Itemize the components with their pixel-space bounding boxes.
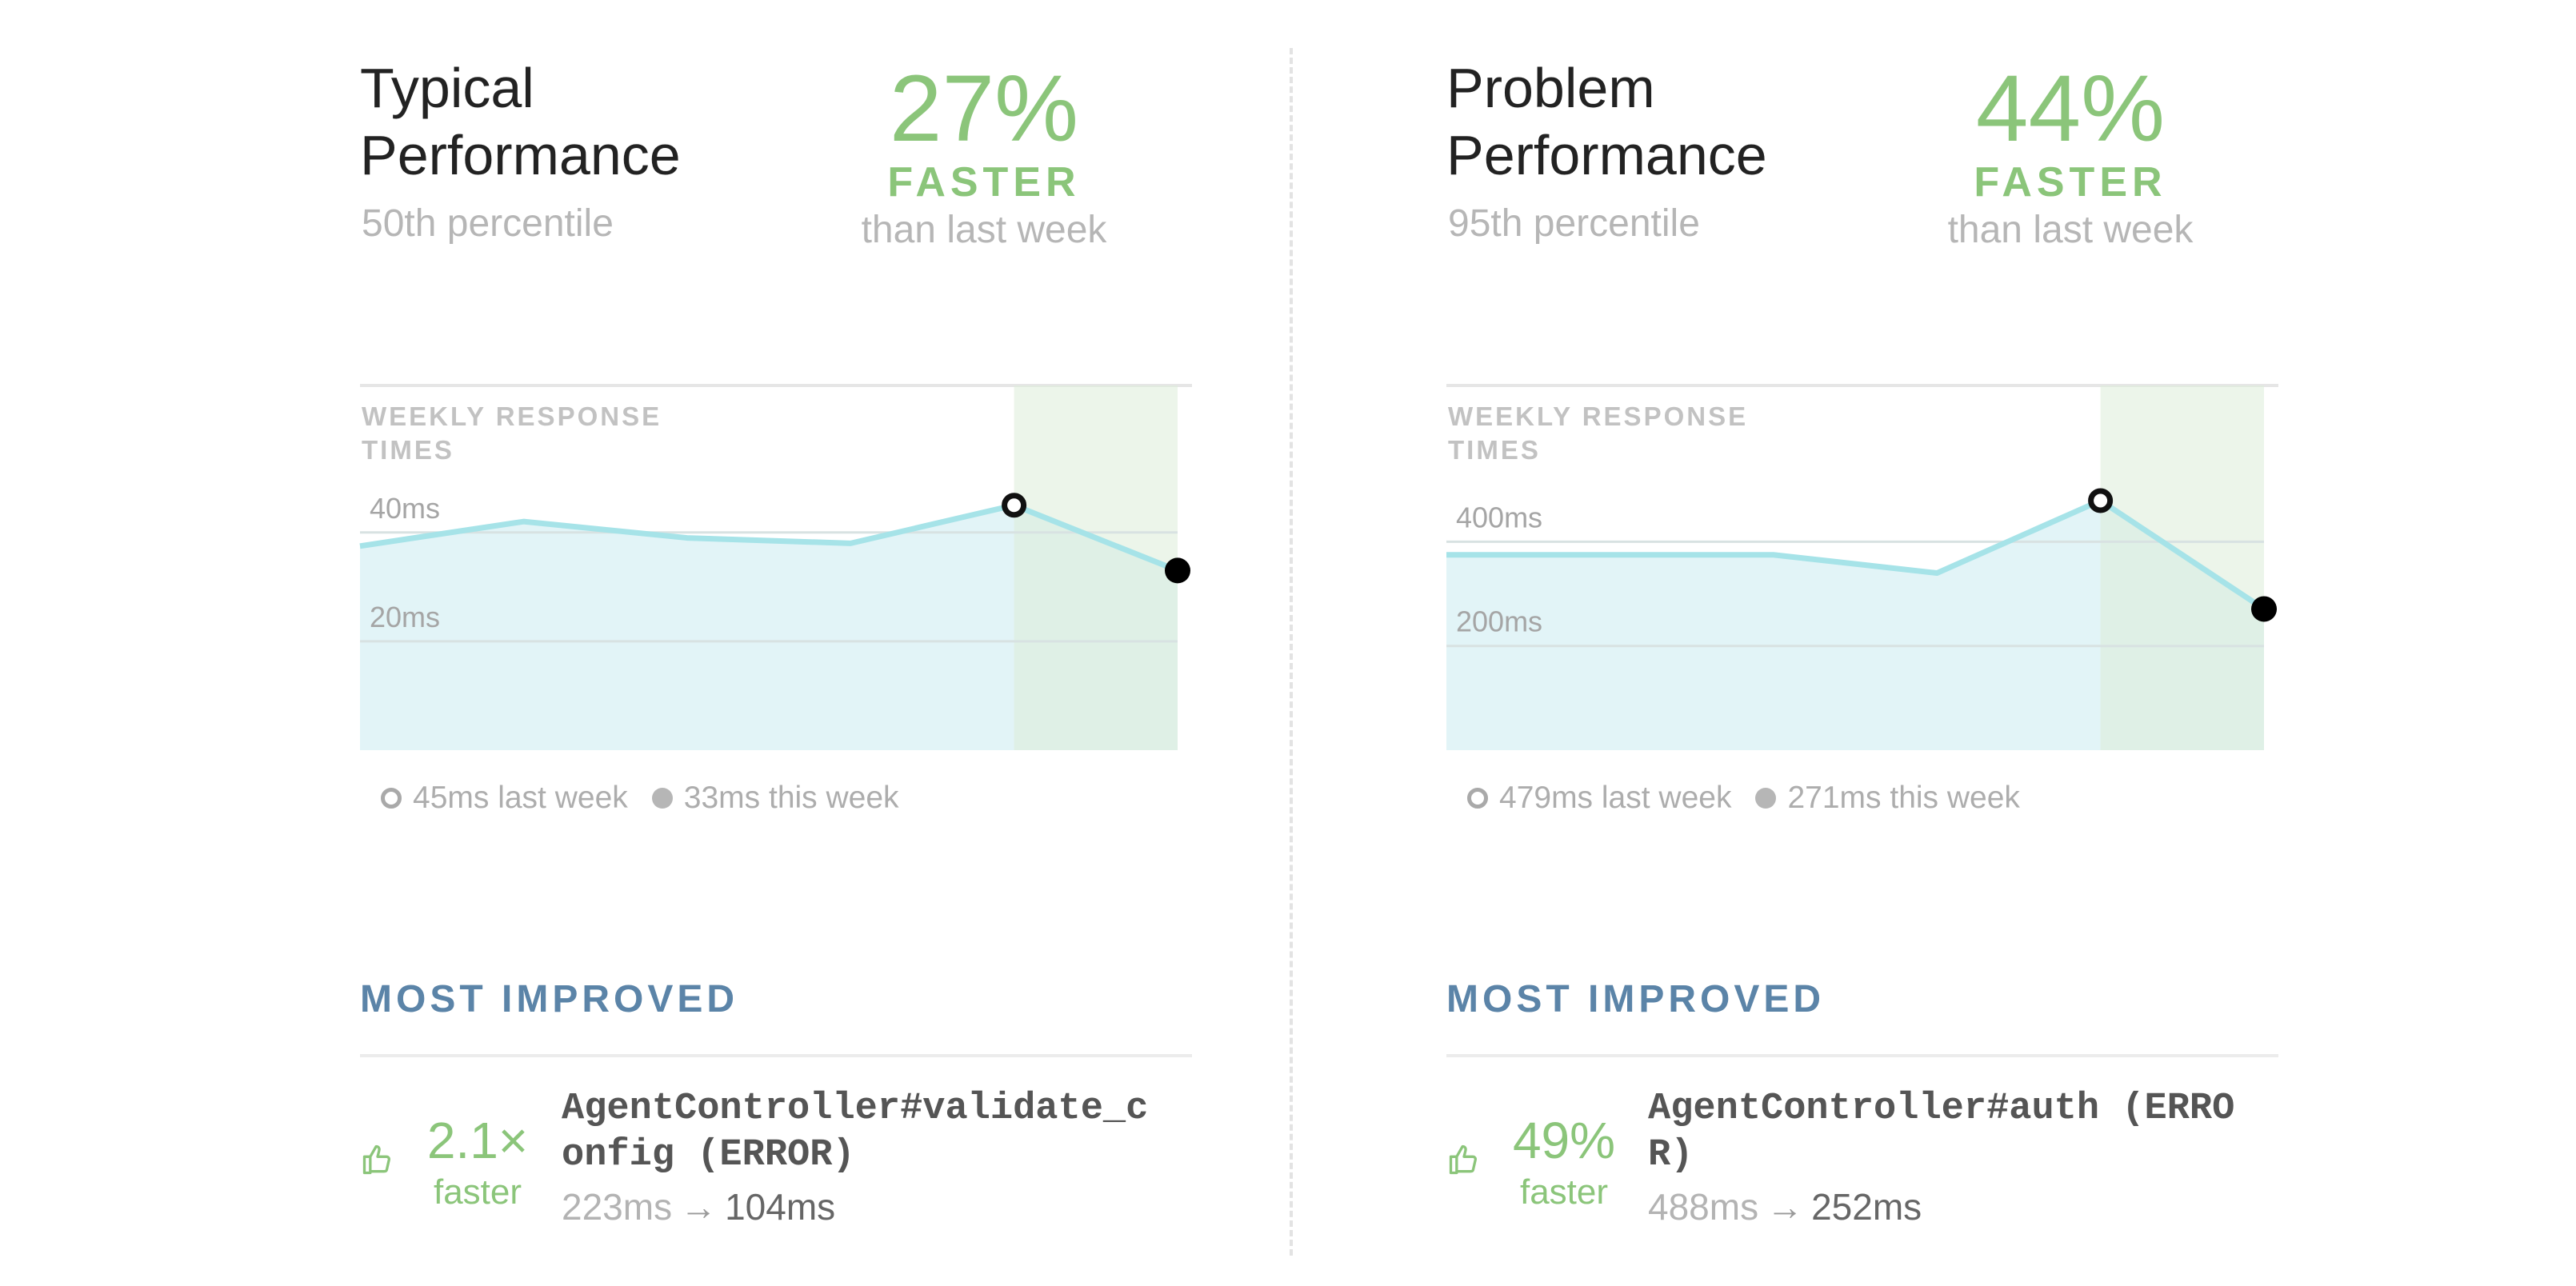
improvement-stat: 27% FASTER than last week [840,58,1128,256]
most-improved-heading: MOST IMPROVED [360,978,739,1020]
thumbs-up-icon [1449,1144,1477,1175]
chart-legend: 479ms last week 271ms this week [1467,781,2020,816]
panel-divider [1290,48,1293,1256]
improvement-stat: 44% FASTER than last week [1926,58,2214,256]
problem-performance-panel: Problem Performance 95th percentile 44% … [1446,0,2294,1286]
transaction-name[interactable]: AgentController#auth (ERROR) [1648,1086,2256,1179]
last-week-point [1002,493,1027,518]
transaction-name[interactable]: AgentController#validate_config (ERROR) [562,1086,1170,1179]
y-tick-label: 40ms [370,492,440,525]
response-time-change: 223ms → 104ms [562,1185,835,1228]
most-improved-value: 2.1× [426,1112,529,1169]
time-before: 488ms [1648,1186,1759,1228]
most-improved-heading: MOST IMPROVED [1446,978,1826,1020]
arrow-icon: → [1766,1186,1804,1228]
improvement-sub: than last week [1947,209,2194,251]
improvement-percent: 44% [1975,56,2166,162]
most-improved-faster: faster [1519,1172,1609,1212]
improvement-label: FASTER [1974,159,2167,206]
chart-label: WEEKLY RESPONSE TIMES [362,401,662,465]
y-tick-label: 20ms [370,601,440,633]
improvement-percent: 27% [889,56,1079,162]
last-week-ring-icon [1467,788,1488,809]
thumbs-up-icon [362,1144,390,1175]
chart-label: WEEKLY RESPONSE TIMES [1448,401,1749,465]
panel-title: Problem Performance [1446,57,1767,186]
legend-last-week: 479ms last week [1499,781,1732,815]
y-tick-label: 200ms [1456,605,1542,638]
response-time-change: 488ms → 252ms [1648,1185,1922,1228]
this-week-highlight [1014,385,1178,750]
y-tick-label: 400ms [1456,501,1542,533]
chart-legend: 45ms last week 33ms this week [381,781,899,816]
last-week-point [2088,488,2114,513]
most-improved-value: 49% [1512,1112,1616,1169]
most-improved-faster: faster [433,1172,522,1212]
this-week-point [2251,596,2277,622]
panel-subtitle: 50th percentile [362,202,614,245]
legend-this-week: 271ms this week [1787,781,2020,815]
legend-last-week: 45ms last week [413,781,628,815]
most-improved-divider [1446,1054,2278,1057]
arrow-icon: → [680,1186,718,1228]
improvement-sub: than last week [861,209,1107,251]
this-week-dot-icon [651,788,673,809]
improvement-label: FASTER [887,159,1081,206]
this-week-highlight [2100,385,2264,750]
this-week-dot-icon [1755,788,1777,809]
typical-performance-panel: Typical Performance 50th percentile 27% … [359,0,1208,1286]
legend-this-week: 33ms this week [683,781,899,815]
time-after: 104ms [725,1186,836,1228]
panel-title: Typical Performance [360,57,681,186]
time-after: 252ms [1811,1186,1922,1228]
time-before: 223ms [562,1186,673,1228]
panel-subtitle: 95th percentile [1448,202,1700,245]
most-improved-divider [360,1054,1192,1057]
this-week-point [1165,557,1190,584]
last-week-ring-icon [381,788,402,809]
